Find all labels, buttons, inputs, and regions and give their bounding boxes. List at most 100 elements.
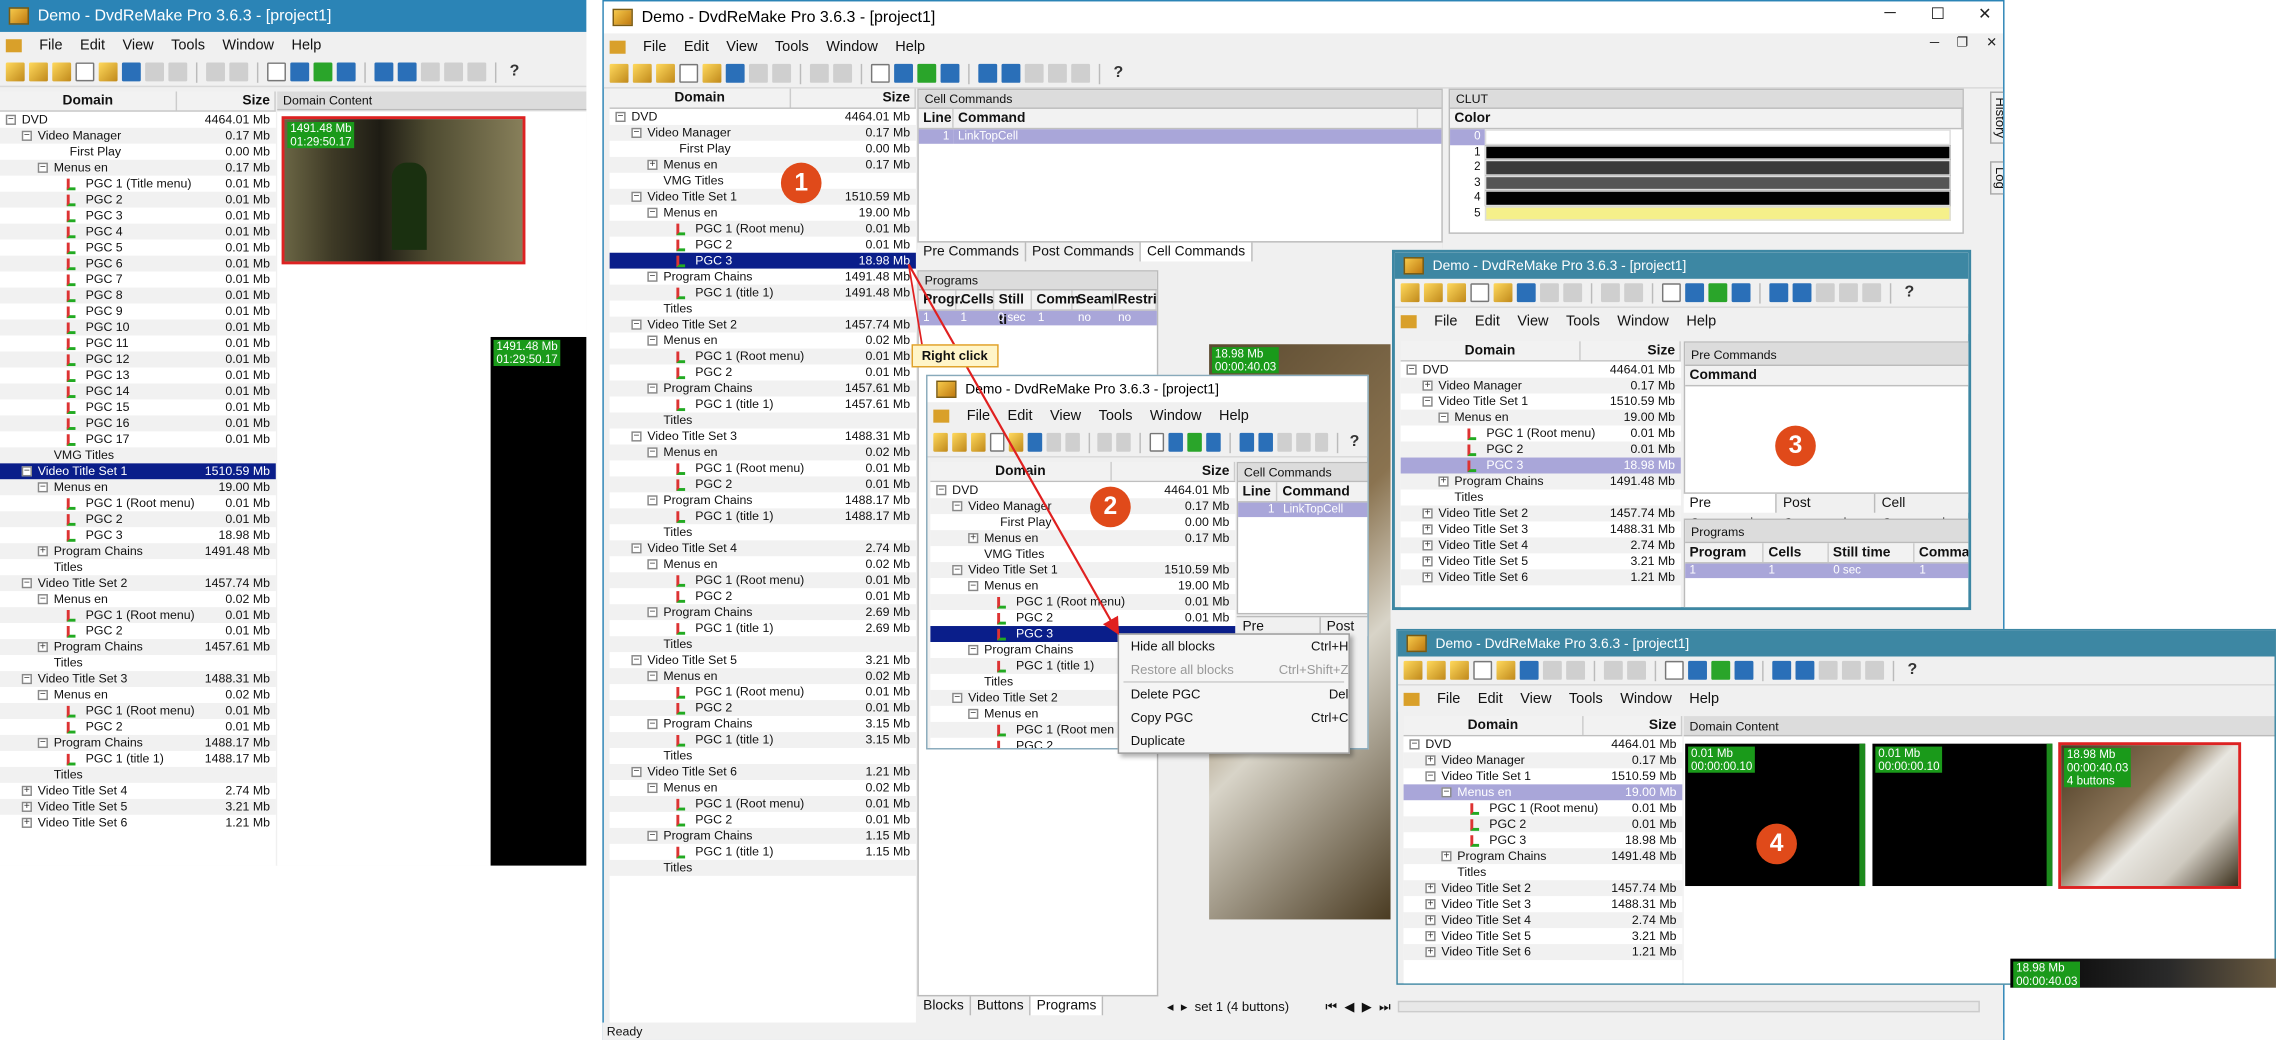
tab-cell-commands[interactable]: Cell Commands [1876, 494, 1968, 531]
toolbar-button-icon[interactable] [1792, 283, 1812, 303]
tree-row[interactable]: VMG Titles [0, 447, 276, 464]
tree-row[interactable]: Titles [609, 412, 916, 429]
menu-edit[interactable]: Edit [684, 38, 709, 54]
toolbar-button-icon[interactable] [1008, 432, 1024, 452]
help-icon[interactable]: ? [1109, 64, 1128, 83]
menu-edit[interactable]: Edit [1478, 691, 1503, 707]
tree-row[interactable]: PGC 1 (Root menu) 0.01 Mb [609, 348, 916, 365]
toolbar-button-icon[interactable] [1403, 660, 1423, 680]
expand-icon[interactable]: + [1441, 851, 1452, 862]
expand-icon[interactable]: + [21, 817, 32, 828]
tree-row[interactable]: PGC 3 18.98 Mb [0, 527, 276, 544]
collapse-icon[interactable]: − [647, 447, 658, 458]
tree-row[interactable]: Titles [0, 766, 276, 783]
tree-row[interactable]: − Menus en 0.02 Mb [609, 779, 916, 796]
menu-window[interactable]: Window [1620, 691, 1672, 707]
toolbar-button-icon[interactable] [1473, 660, 1493, 680]
toolbar-button-icon[interactable] [1046, 432, 1061, 452]
toolbar-button-icon[interactable] [1098, 432, 1113, 452]
toolbar-button-icon[interactable] [1258, 432, 1273, 452]
nav-first-icon[interactable]: ⏮ [1325, 998, 1337, 1015]
tree-row[interactable]: PGC 8 0.01 Mb [0, 287, 276, 304]
toolbar-button-icon[interactable] [609, 63, 629, 83]
mdi-minimize-icon[interactable]: ─ [1930, 35, 1939, 50]
toolbar-button-icon[interactable] [632, 63, 652, 83]
toolbar-button-icon[interactable] [1661, 283, 1681, 303]
tree-row[interactable]: − Video Title Set 1 1510.59 Mb [1403, 768, 1683, 785]
toolbar-button-icon[interactable] [1047, 63, 1067, 83]
toolbar-button-icon[interactable] [1149, 432, 1165, 452]
tree-row[interactable]: First Play 0.00 Mb [609, 140, 916, 157]
toolbar-button-icon[interactable] [1688, 660, 1707, 680]
tree-row[interactable]: − Menus en 0.02 Mb [609, 444, 916, 461]
toolbar-button-icon[interactable] [1450, 660, 1469, 680]
tree-row[interactable]: − Video Manager 0.17 Mb [930, 498, 1236, 515]
toolbar-button-icon[interactable] [989, 432, 1005, 452]
collapse-icon[interactable]: − [631, 655, 642, 666]
menu-file[interactable]: File [1437, 691, 1460, 707]
tree-row[interactable]: PGC 2 0.01 Mb [609, 364, 916, 381]
cell-command-row[interactable]: 1 LinkTopCell [1238, 502, 1368, 518]
menu-thumbnail[interactable]: 1491.48 Mb 01:29:50.17 [281, 116, 526, 265]
toolbar-button-icon[interactable] [1001, 63, 1021, 83]
collapse-icon[interactable]: − [37, 689, 48, 701]
toolbar-button-icon[interactable] [772, 63, 792, 83]
tree-row[interactable]: − DVD 4464.01 Mb [609, 108, 916, 125]
tree-row[interactable]: + Program Chains 1457.61 Mb [0, 639, 276, 656]
toolbar-button-icon[interactable] [336, 62, 356, 82]
app-menu-icon[interactable] [1403, 692, 1420, 706]
collapse-icon[interactable]: − [1409, 739, 1420, 750]
tree-row[interactable]: + Video Title Set 4 2.74 Mb [1403, 912, 1683, 929]
toolbar-button-icon[interactable] [679, 63, 699, 83]
tree-row[interactable]: PGC 1 (Root menu) 0.01 Mb [609, 684, 916, 701]
tree-row[interactable]: PGC 2 0.01 Mb [609, 700, 916, 717]
collapse-icon[interactable]: − [1441, 787, 1452, 798]
expand-icon[interactable]: + [37, 642, 48, 653]
tree-row[interactable]: PGC 1 (title 1) 3.15 Mb [609, 732, 916, 749]
tree-row[interactable]: PGC 1 (title 1) 1488.17 Mb [609, 508, 916, 525]
toolbar-button-icon[interactable] [940, 63, 960, 83]
collapse-icon[interactable]: − [631, 127, 642, 138]
tree-row[interactable]: + Video Title Set 2 1457.74 Mb [1403, 880, 1683, 897]
toolbar-button-icon[interactable] [702, 63, 722, 83]
toolbar-button-icon[interactable] [1169, 432, 1184, 452]
collapse-icon[interactable]: − [21, 130, 32, 141]
tree-row[interactable]: + Video Title Set 5 3.21 Mb [0, 798, 276, 815]
expand-icon[interactable]: + [37, 546, 48, 557]
tree-row[interactable]: − Video Title Set 5 3.21 Mb [609, 652, 916, 669]
context-menu-item[interactable]: Restore all blocks Ctrl+Shift+Z [1119, 658, 1363, 681]
tree-row[interactable]: PGC 16 0.01 Mb [0, 415, 276, 432]
tree-row[interactable]: Titles [609, 636, 916, 653]
toolbar-button-icon[interactable] [145, 62, 165, 82]
menu-file[interactable]: File [967, 407, 990, 423]
menu-edit[interactable]: Edit [80, 37, 105, 53]
tree-row[interactable]: PGC 2 0.01 Mb [609, 236, 916, 253]
clut-row[interactable]: 5 [1450, 205, 1962, 221]
clut-row[interactable]: 0 [1450, 129, 1962, 145]
toolbar-button-icon[interactable] [656, 63, 675, 83]
collapse-icon[interactable]: − [647, 383, 658, 394]
tree-row[interactable]: PGC 1 (Root menu) 0.01 Mb [609, 220, 916, 237]
tree-row[interactable]: PGC 3 18.98 Mb [1400, 457, 1681, 474]
tree-row[interactable]: − Video Manager 0.17 Mb [609, 124, 916, 141]
tree-row[interactable]: − Menus en 0.17 Mb [0, 159, 276, 176]
tree-row[interactable]: + Video Title Set 6 1.21 Mb [1400, 569, 1681, 586]
toolbar-button-icon[interactable] [1627, 660, 1647, 680]
toolbar-button-icon[interactable] [1769, 283, 1789, 303]
tree-row[interactable]: − DVD 4464.01 Mb [1400, 361, 1681, 378]
tree-row[interactable]: Titles [1403, 864, 1683, 881]
collapse-icon[interactable]: − [647, 607, 658, 618]
tree-row[interactable]: + Menus en 0.17 Mb [609, 156, 916, 173]
tree-row[interactable]: − Menus en 0.02 Mb [609, 332, 916, 349]
tree-row[interactable]: PGC 2 0.01 Mb [0, 718, 276, 735]
tree-row[interactable]: PGC 1 (title 1) 2.69 Mb [609, 620, 916, 637]
menu-tools[interactable]: Tools [1099, 407, 1133, 423]
toolbar-button-icon[interactable] [168, 62, 188, 82]
menu-help[interactable]: Help [1689, 691, 1719, 707]
expand-icon[interactable]: + [21, 801, 32, 812]
toolbar-button-icon[interactable] [420, 62, 440, 82]
tree-row[interactable]: − Menus en 19.00 Mb [0, 479, 276, 496]
tree-row[interactable]: + Video Title Set 6 1.21 Mb [1403, 944, 1683, 961]
tree-row[interactable]: Titles [0, 655, 276, 672]
toolbar-button-icon[interactable] [1818, 660, 1838, 680]
